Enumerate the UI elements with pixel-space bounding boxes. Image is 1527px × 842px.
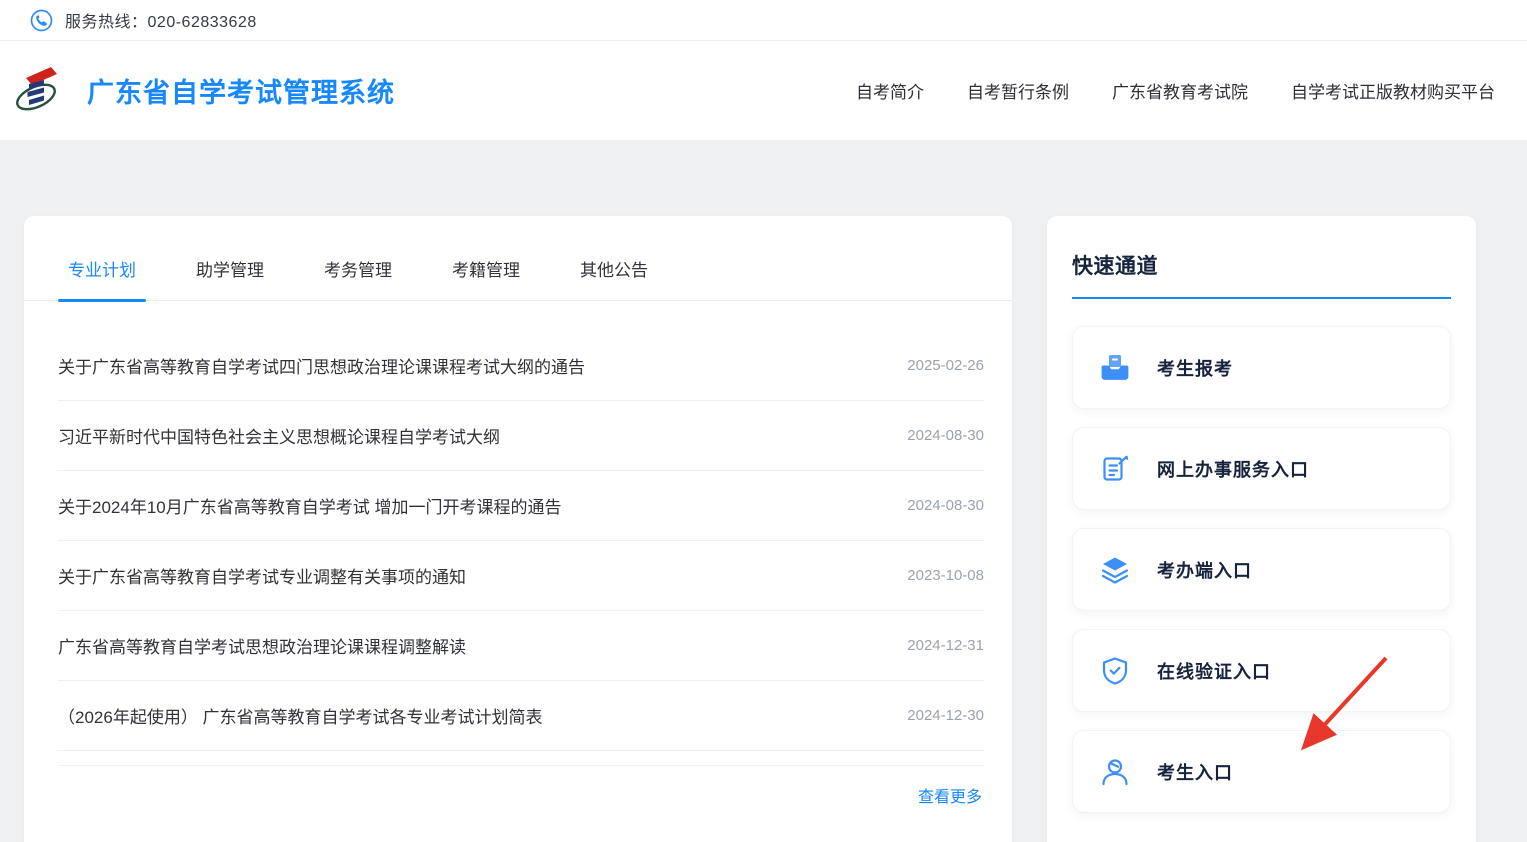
announcement-title[interactable]: 广东省高等教育自学考试思想政治理论课课程调整解读 (58, 633, 486, 658)
page-title: 广东省自学考试管理系统 (87, 71, 395, 110)
document-edit-icon (1100, 454, 1130, 484)
quick-item-label: 在线验证入口 (1157, 658, 1271, 684)
announcement-date: 2025-02-26 (907, 357, 984, 374)
announcement-title[interactable]: 关于广东省高等教育自学考试专业调整有关事项的通知 (58, 563, 486, 588)
nav-link-textbook-platform[interactable]: 自学考试正版教材购买平台 (1291, 78, 1495, 103)
quick-channel-card: 快速通道 考生报考 (1047, 216, 1476, 842)
user-icon (1100, 757, 1130, 787)
quick-item-label: 考办端入口 (1157, 557, 1252, 583)
nav-link-regulations[interactable]: 自考暂行条例 (967, 78, 1069, 103)
announcement-footer: 查看更多 (58, 766, 984, 807)
tab-other-notices[interactable]: 其他公告 (570, 256, 658, 300)
hotline-text: 服务热线：020-62833628 (65, 8, 257, 32)
layers-icon (1100, 555, 1130, 585)
tab-exam-records[interactable]: 考籍管理 (442, 256, 530, 300)
quick-channel-title: 快速通道 (1072, 255, 1158, 278)
hotline-label: 服务热线： (65, 14, 148, 31)
announcement-title[interactable]: 关于2024年10月广东省高等教育自学考试 增加一门开考课程的通告 (58, 493, 581, 518)
hotline-number: 020-62833628 (148, 14, 257, 31)
phone-icon (30, 9, 53, 32)
announcement-title[interactable]: 习近平新时代中国特色社会主义思想概论课程自学考试大纲 (58, 423, 520, 448)
announcement-row[interactable]: 关于广东省高等教育自学考试四门思想政治理论课课程考试大纲的通告 2025-02-… (58, 331, 984, 401)
view-more-link[interactable]: 查看更多 (918, 783, 982, 807)
announcements-card: 专业计划 助学管理 考务管理 考籍管理 其他公告 关于广东省高等教育自学考试四门… (24, 216, 1012, 842)
announcement-tabs: 专业计划 助学管理 考务管理 考籍管理 其他公告 (24, 216, 1012, 301)
announcement-date: 2024-08-30 (907, 427, 984, 444)
quick-channel-list: 考生报考 网上办事服务入口 (1072, 326, 1451, 813)
announcement-date: 2024-12-30 (907, 707, 984, 724)
header-nav: 自考简介 自考暂行条例 广东省教育考试院 自学考试正版教材购买平台 (856, 78, 1495, 103)
empty-row-divider (58, 751, 984, 766)
quick-item-online-verification[interactable]: 在线验证入口 (1072, 629, 1451, 712)
inbox-mail-icon (1100, 353, 1130, 383)
site-header: 广东省自学考试管理系统 自考简介 自考暂行条例 广东省教育考试院 自学考试正版教… (0, 41, 1527, 140)
quick-item-exam-office[interactable]: 考办端入口 (1072, 528, 1451, 611)
announcement-row[interactable]: 习近平新时代中国特色社会主义思想概论课程自学考试大纲 2024-08-30 (58, 401, 984, 471)
announcement-date: 2024-12-31 (907, 637, 984, 654)
tab-major-plan[interactable]: 专业计划 (58, 256, 146, 300)
announcement-title[interactable]: 关于广东省高等教育自学考试四门思想政治理论课课程考试大纲的通告 (58, 353, 605, 378)
quick-item-label: 网上办事服务入口 (1157, 456, 1309, 482)
nav-link-intro[interactable]: 自考简介 (856, 78, 924, 103)
announcement-date: 2023-10-08 (907, 567, 984, 584)
quick-item-candidate-entrance[interactable]: 考生入口 (1072, 730, 1451, 813)
main-content: 专业计划 助学管理 考务管理 考籍管理 其他公告 关于广东省高等教育自学考试四门… (0, 216, 1527, 842)
announcement-row[interactable]: 关于2024年10月广东省高等教育自学考试 增加一门开考课程的通告 2024-0… (58, 471, 984, 541)
quick-item-candidate-register[interactable]: 考生报考 (1072, 326, 1451, 409)
quick-item-label: 考生报考 (1157, 355, 1233, 381)
quick-channel-header: 快速通道 (1072, 250, 1451, 299)
announcement-row[interactable]: 广东省高等教育自学考试思想政治理论课课程调整解读 2024-12-31 (58, 611, 984, 681)
site-logo-icon (15, 64, 61, 122)
tab-study-support[interactable]: 助学管理 (186, 256, 274, 300)
announcement-list: 关于广东省高等教育自学考试四门思想政治理论课课程考试大纲的通告 2025-02-… (24, 301, 1012, 807)
announcement-row[interactable]: 关于广东省高等教育自学考试专业调整有关事项的通知 2023-10-08 (58, 541, 984, 611)
shield-check-icon (1100, 656, 1130, 686)
announcement-date: 2024-08-30 (907, 497, 984, 514)
announcement-row[interactable]: （2026年起使用） 广东省高等教育自学考试各专业考试计划简表 2024-12-… (58, 681, 984, 751)
announcement-title[interactable]: （2026年起使用） 广东省高等教育自学考试各专业考试计划简表 (58, 703, 563, 728)
quick-item-online-services[interactable]: 网上办事服务入口 (1072, 427, 1451, 510)
topbar: 服务热线：020-62833628 (0, 0, 1527, 41)
quick-item-label: 考生入口 (1157, 759, 1233, 785)
nav-link-exam-authority[interactable]: 广东省教育考试院 (1112, 78, 1248, 103)
tab-exam-affairs[interactable]: 考务管理 (314, 256, 402, 300)
